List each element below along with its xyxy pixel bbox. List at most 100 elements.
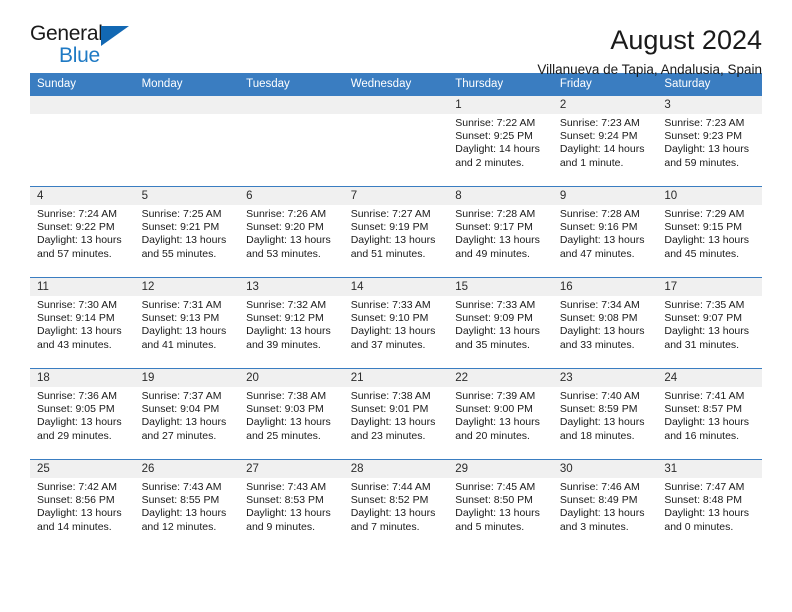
calendar-day-cell[interactable]: 18 Sunrise: 7:36 AM Sunset: 9:05 PM Dayligh… bbox=[30, 368, 135, 460]
day-daylight-line: Daylight: 13 hours bbox=[664, 325, 750, 338]
calendar-day-cell[interactable]: 15 Sunrise: 7:33 AM Sunset: 9:09 PM Dayligh… bbox=[448, 277, 553, 369]
day-cell-inner: 17 Sunrise: 7:35 AM Sunset: 9:07 PM Dayligh… bbox=[657, 278, 762, 368]
day-sunrise-line: Sunrise: 7:27 AM bbox=[350, 208, 431, 220]
calendar-day-cell[interactable]: 6 Sunrise: 7:26 AM Sunset: 9:20 PM Daylight… bbox=[239, 186, 344, 278]
day-sunrise-line: Sunrise: 7:33 AM bbox=[455, 299, 536, 311]
day-details: Sunrise: 7:43 AM Sunset: 8:55 PM Daylight:… bbox=[135, 478, 240, 534]
day-cell-inner: 28 Sunrise: 7:44 AM Sunset: 8:52 PM Dayligh… bbox=[343, 460, 449, 550]
day-daylight-line: Daylight: 13 hours bbox=[246, 234, 331, 247]
day-cell-inner: 29 Sunrise: 7:45 AM Sunset: 8:50 PM Dayligh… bbox=[448, 460, 553, 550]
calendar-day-cell[interactable]: 3 Sunrise: 7:23 AM Sunset: 9:23 PM Daylight… bbox=[657, 96, 762, 187]
calendar-day-cell[interactable]: 30 Sunrise: 7:46 AM Sunset: 8:49 PM Dayligh… bbox=[552, 459, 658, 550]
day-sunrise-line: Sunrise: 7:34 AM bbox=[559, 299, 640, 311]
calendar-day-cell[interactable]: 20 Sunrise: 7:38 AM Sunset: 9:03 PM Dayligh… bbox=[239, 368, 344, 460]
day-daylight-line: Daylight: 13 hours bbox=[664, 507, 750, 520]
day-sunrise-line: Sunrise: 7:44 AM bbox=[350, 481, 431, 493]
day-sunset-line: Sunset: 8:56 PM bbox=[37, 494, 115, 507]
day-sunset-line: Sunset: 8:49 PM bbox=[559, 494, 638, 507]
calendar-day-cell[interactable]: 31 Sunrise: 7:47 AM Sunset: 8:48 PM Dayligh… bbox=[657, 459, 762, 550]
day-daylight-line: Daylight: 13 hours bbox=[455, 416, 540, 429]
day-cell-inner: 11 Sunrise: 7:30 AM Sunset: 9:14 PM Dayligh… bbox=[30, 278, 135, 368]
calendar-day-cell[interactable]: 26 Sunrise: 7:43 AM Sunset: 8:55 PM Dayligh… bbox=[134, 459, 240, 550]
calendar-day-cell[interactable]: 24 Sunrise: 7:41 AM Sunset: 8:57 PM Dayligh… bbox=[657, 368, 762, 460]
day-sunset-line: Sunset: 8:57 PM bbox=[664, 403, 743, 416]
calendar-day-cell[interactable]: 21 Sunrise: 7:38 AM Sunset: 9:01 PM Dayligh… bbox=[343, 368, 449, 460]
day-cell-inner: 2 Sunrise: 7:23 AM Sunset: 9:24 PM Daylight… bbox=[552, 96, 658, 186]
day-number: 17 bbox=[657, 278, 762, 296]
day-sunset-line: Sunset: 8:50 PM bbox=[455, 494, 533, 507]
day-details: Sunrise: 7:44 AM Sunset: 8:52 PM Daylight:… bbox=[344, 478, 449, 534]
calendar-day-cell[interactable]: 2 Sunrise: 7:23 AM Sunset: 9:24 PM Daylight… bbox=[552, 96, 658, 187]
day-daylight-line: Daylight: 13 hours bbox=[664, 143, 750, 156]
day-sunset-line: Sunset: 8:55 PM bbox=[141, 494, 220, 507]
day-daylight-line: Daylight: 13 hours bbox=[350, 325, 436, 338]
day-number: 20 bbox=[239, 369, 344, 387]
calendar-day-cell[interactable]: 1 Sunrise: 7:22 AM Sunset: 9:25 PM Daylight… bbox=[448, 96, 553, 187]
day-sunset-line: Sunset: 9:12 PM bbox=[246, 312, 324, 325]
calendar-day-cell[interactable]: 14 Sunrise: 7:33 AM Sunset: 9:10 PM Dayligh… bbox=[343, 277, 449, 369]
day-daylight-line: and 2 minutes. bbox=[455, 156, 525, 169]
calendar-day-cell[interactable]: 7 Sunrise: 7:27 AM Sunset: 9:19 PM Daylight… bbox=[343, 186, 449, 278]
day-cell-inner: 15 Sunrise: 7:33 AM Sunset: 9:09 PM Dayligh… bbox=[448, 278, 553, 368]
calendar-day-cell[interactable]: 5 Sunrise: 7:25 AM Sunset: 9:21 PM Daylight… bbox=[134, 186, 240, 278]
day-number: 29 bbox=[448, 460, 553, 478]
day-sunset-line: Sunset: 8:52 PM bbox=[350, 494, 429, 507]
day-details: Sunrise: 7:29 AM Sunset: 9:15 PM Daylight:… bbox=[657, 205, 762, 261]
day-daylight-line: and 49 minutes. bbox=[455, 247, 530, 260]
day-number: 11 bbox=[30, 278, 135, 296]
day-cell-inner bbox=[239, 96, 344, 186]
day-daylight-line: and 23 minutes. bbox=[350, 429, 426, 442]
day-details: Sunrise: 7:37 AM Sunset: 9:04 PM Daylight:… bbox=[135, 387, 240, 443]
calendar-day-cell[interactable]: 25 Sunrise: 7:42 AM Sunset: 8:56 PM Dayligh… bbox=[30, 459, 135, 550]
day-sunset-line: Sunset: 9:00 PM bbox=[455, 403, 533, 416]
day-cell-inner: 19 Sunrise: 7:37 AM Sunset: 9:04 PM Dayligh… bbox=[134, 369, 240, 459]
day-daylight-line: Daylight: 13 hours bbox=[559, 507, 645, 520]
day-details: Sunrise: 7:46 AM Sunset: 8:49 PM Daylight:… bbox=[553, 478, 658, 534]
day-daylight-line: Daylight: 13 hours bbox=[246, 325, 331, 338]
calendar-day-cell[interactable]: 12 Sunrise: 7:31 AM Sunset: 9:13 PM Dayligh… bbox=[134, 277, 240, 369]
day-daylight-line: and 43 minutes. bbox=[37, 338, 112, 351]
calendar-day-cell[interactable]: 19 Sunrise: 7:37 AM Sunset: 9:04 PM Dayligh… bbox=[134, 368, 240, 460]
calendar-day-cell[interactable]: 22 Sunrise: 7:39 AM Sunset: 9:00 PM Dayligh… bbox=[448, 368, 553, 460]
day-sunrise-line: Sunrise: 7:25 AM bbox=[141, 208, 222, 220]
day-daylight-line: Daylight: 13 hours bbox=[246, 507, 331, 520]
day-cell-inner: 7 Sunrise: 7:27 AM Sunset: 9:19 PM Daylight… bbox=[343, 187, 449, 277]
day-details: Sunrise: 7:31 AM Sunset: 9:13 PM Daylight:… bbox=[135, 296, 240, 352]
day-number: 2 bbox=[552, 96, 658, 114]
calendar-day-cell[interactable]: 13 Sunrise: 7:32 AM Sunset: 9:12 PM Dayligh… bbox=[239, 277, 344, 369]
calendar-day-cell[interactable]: 4 Sunrise: 7:24 AM Sunset: 9:22 PM Daylight… bbox=[30, 186, 135, 278]
calendar-day-cell[interactable]: 10 Sunrise: 7:29 AM Sunset: 9:15 PM Dayligh… bbox=[657, 186, 762, 278]
day-cell-inner: 5 Sunrise: 7:25 AM Sunset: 9:21 PM Daylight… bbox=[134, 187, 240, 277]
calendar-day-cell[interactable]: 17 Sunrise: 7:35 AM Sunset: 9:07 PM Dayligh… bbox=[657, 277, 762, 369]
day-sunrise-line: Sunrise: 7:32 AM bbox=[246, 299, 327, 311]
calendar-day-cell[interactable]: 11 Sunrise: 7:30 AM Sunset: 9:14 PM Dayligh… bbox=[30, 277, 135, 369]
day-daylight-line: and 14 minutes. bbox=[37, 520, 112, 533]
day-daylight-line: and 53 minutes. bbox=[246, 247, 321, 260]
day-sunrise-line: Sunrise: 7:35 AM bbox=[664, 299, 745, 311]
day-details: Sunrise: 7:47 AM Sunset: 8:48 PM Daylight:… bbox=[657, 478, 762, 534]
day-daylight-line: and 0 minutes. bbox=[664, 520, 734, 533]
calendar-day-cell[interactable]: 29 Sunrise: 7:45 AM Sunset: 8:50 PM Dayligh… bbox=[448, 459, 553, 550]
day-sunset-line: Sunset: 9:24 PM bbox=[559, 130, 638, 143]
calendar-day-cell[interactable]: 27 Sunrise: 7:43 AM Sunset: 8:53 PM Dayligh… bbox=[239, 459, 344, 550]
day-daylight-line: and 27 minutes. bbox=[141, 429, 217, 442]
day-details: Sunrise: 7:22 AM Sunset: 9:25 PM Daylight:… bbox=[448, 114, 553, 170]
calendar-day-cell[interactable]: 28 Sunrise: 7:44 AM Sunset: 8:52 PM Dayligh… bbox=[343, 459, 449, 550]
calendar-day-cell[interactable]: 23 Sunrise: 7:40 AM Sunset: 8:59 PM Dayligh… bbox=[552, 368, 658, 460]
day-sunset-line: Sunset: 9:23 PM bbox=[664, 130, 743, 143]
day-sunset-line: Sunset: 9:14 PM bbox=[37, 312, 115, 325]
day-number: 21 bbox=[343, 369, 449, 387]
day-daylight-line: Daylight: 13 hours bbox=[141, 325, 227, 338]
calendar-day-cell[interactable]: 16 Sunrise: 7:34 AM Sunset: 9:08 PM Dayligh… bbox=[552, 277, 658, 369]
day-number: 12 bbox=[134, 278, 240, 296]
day-cell-inner: 1 Sunrise: 7:22 AM Sunset: 9:25 PM Daylight… bbox=[448, 96, 553, 186]
day-number: 10 bbox=[657, 187, 762, 205]
calendar-day-cell[interactable]: 9 Sunrise: 7:28 AM Sunset: 9:16 PM Daylight… bbox=[552, 186, 658, 278]
day-number: 18 bbox=[30, 369, 135, 387]
day-details: Sunrise: 7:26 AM Sunset: 9:20 PM Daylight:… bbox=[239, 205, 344, 261]
day-details: Sunrise: 7:24 AM Sunset: 9:22 PM Daylight:… bbox=[30, 205, 135, 261]
day-details: Sunrise: 7:25 AM Sunset: 9:21 PM Daylight:… bbox=[135, 205, 240, 261]
calendar-day-cell[interactable]: 8 Sunrise: 7:28 AM Sunset: 9:17 PM Daylight… bbox=[448, 186, 553, 278]
calendar-week-row: 25 Sunrise: 7:42 AM Sunset: 8:56 PM Dayligh… bbox=[30, 459, 762, 550]
day-sunrise-line: Sunrise: 7:31 AM bbox=[141, 299, 222, 311]
